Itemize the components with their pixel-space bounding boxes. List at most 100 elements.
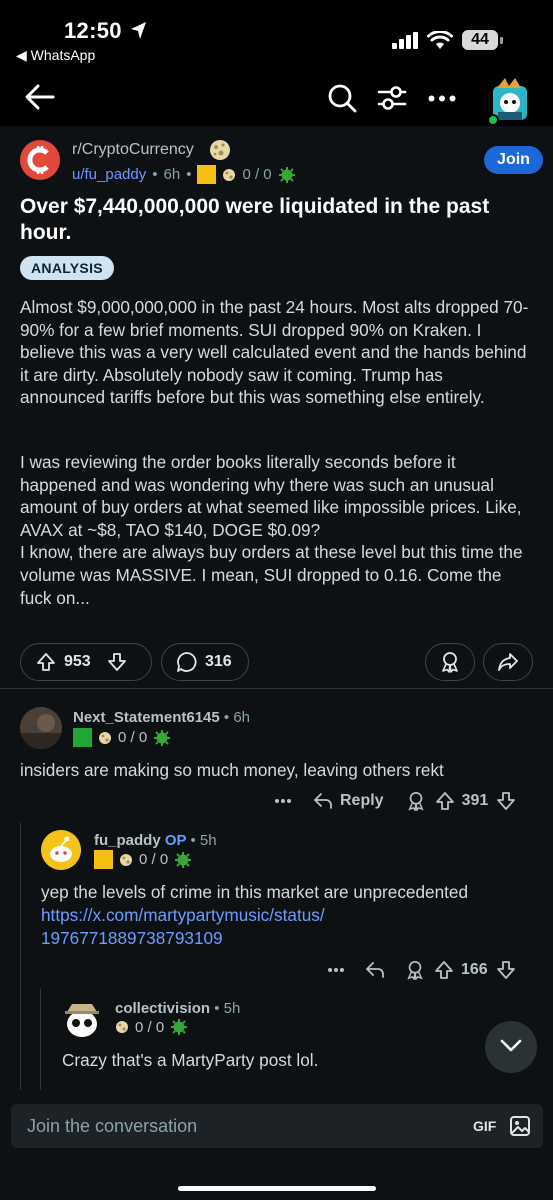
comment-1-text: insiders are making so much money, leavi… [20, 760, 444, 780]
virus-badge-icon [278, 166, 295, 183]
battery-indicator: 44 [462, 30, 498, 50]
status-bar: 12:50 ◀ WhatsApp 44 [0, 0, 553, 70]
post-body-paragraph-1: Almost $9,000,000,000 in the past 24 hou… [20, 297, 529, 408]
comment-2-link-line-2: 1976771889738793109 [41, 928, 223, 948]
award-icon[interactable] [406, 791, 426, 811]
comment-3-flair: 0 / 0 [115, 1018, 188, 1036]
downvote-icon[interactable] [496, 791, 516, 811]
comment-1-flair: 0 / 0 [73, 728, 171, 747]
back-app-label: WhatsApp [30, 47, 96, 63]
subreddit-label: r/CryptoCurrency [72, 141, 194, 158]
app-bar [0, 70, 553, 126]
upvote-icon[interactable] [435, 791, 455, 811]
comment-3-author-label: collectivision [115, 1000, 211, 1017]
wifi-icon [427, 31, 453, 49]
upvote-icon[interactable] [434, 960, 454, 980]
comment-1-author-label: Next_Statement6145 [73, 709, 220, 726]
comment-2-actions: 166 [327, 959, 516, 981]
thread-line [20, 823, 21, 1093]
collectivision-avatar[interactable] [61, 998, 103, 1040]
post-title: Over $7,440,000,000 were liquidated in t… [20, 195, 490, 244]
comment-2-author[interactable]: fu_paddy OP • 5h [94, 832, 217, 849]
comment-2-age: 5h [199, 832, 217, 849]
comment-1-actions: Reply 391 [274, 790, 516, 812]
commenter-avatar[interactable] [20, 707, 62, 749]
post-meta: u/fu_paddy • 6h • 0 / 0 [72, 165, 296, 184]
share-button[interactable] [483, 643, 533, 681]
location-arrow-icon [131, 22, 146, 39]
green-flair-badge [73, 728, 92, 747]
yellow-flair-badge [94, 850, 113, 869]
reply-button[interactable]: Reply [340, 792, 384, 810]
battery-cap [500, 37, 503, 44]
virus-badge-icon [175, 851, 192, 868]
comment-3-author[interactable]: collectivision • 5h [115, 1000, 240, 1017]
virus-badge-icon [171, 1019, 188, 1035]
user-avatar-icon[interactable] [485, 76, 533, 126]
search-icon[interactable] [327, 83, 357, 113]
comment-1-author[interactable]: Next_Statement6145 • 6h [73, 709, 250, 726]
comment-2-link[interactable]: https://x.com/martypartymusic/status/ 19… [41, 904, 536, 950]
comment-1-votes: 391 [461, 792, 489, 809]
award-button[interactable] [425, 643, 475, 681]
join-button[interactable]: Join [484, 146, 543, 174]
post-body-paragraph-2a: I was reviewing the order books literall… [20, 452, 522, 540]
crypto-logo-icon [21, 141, 59, 179]
back-arrow-icon[interactable] [25, 84, 55, 110]
virus-badge-icon [154, 729, 171, 746]
home-indicator [178, 1186, 376, 1191]
op-avatar[interactable] [41, 830, 81, 870]
sort-filter-icon[interactable] [377, 83, 407, 113]
comment-2-flair: 0 / 0 [94, 850, 192, 869]
more-options-icon[interactable] [327, 967, 345, 973]
comment-count: 316 [205, 653, 232, 670]
subreddit-icon[interactable] [20, 140, 60, 180]
reply-icon[interactable] [313, 792, 333, 810]
more-options-icon[interactable] [274, 798, 292, 804]
comments-button[interactable]: 316 [161, 643, 249, 681]
award-icon[interactable] [405, 960, 425, 980]
award-icon [442, 652, 458, 673]
comment-3-text: Crazy that's a MartyParty post lol. [62, 1050, 319, 1070]
karma-flair: 0 / 0 [242, 166, 272, 183]
meta-separator: • [186, 166, 192, 183]
photo-avatar-icon [20, 707, 62, 749]
composer-placeholder: Join the conversation [27, 1116, 198, 1136]
comment-2-link-line-1: https://x.com/martypartymusic/status/ [41, 905, 325, 925]
post-divider [0, 688, 553, 689]
upvote-icon[interactable] [36, 652, 56, 672]
image-icon[interactable] [509, 1115, 531, 1137]
back-to-app[interactable]: ◀ WhatsApp [16, 47, 95, 64]
upvote-count: 953 [64, 653, 91, 670]
post-flair[interactable]: ANALYSIS [20, 256, 114, 280]
moon-award-icon [210, 140, 230, 160]
gif-button[interactable]: GIF [473, 1118, 496, 1134]
comment-3-age: 5h [223, 1000, 241, 1017]
post-author[interactable]: u/fu_paddy [72, 166, 146, 183]
status-time: 12:50 [64, 18, 122, 43]
panda-avatar-icon [65, 1004, 99, 1037]
comment-composer[interactable]: Join the conversation GIF [11, 1104, 543, 1148]
subreddit-name[interactable]: r/CryptoCurrency [72, 141, 194, 159]
op-badge: OP [164, 832, 187, 849]
downvote-icon[interactable] [496, 960, 516, 980]
scroll-down-button[interactable] [485, 1021, 537, 1073]
meta-separator: • [152, 166, 158, 183]
share-icon [498, 653, 518, 671]
moon-small-icon [120, 853, 132, 866]
thread-line [40, 988, 41, 1093]
downvote-icon[interactable] [107, 652, 127, 672]
moon-small-icon [223, 168, 236, 181]
reply-icon[interactable] [365, 961, 385, 979]
more-options-icon[interactable] [428, 95, 456, 102]
comment-1-karma: 0 / 0 [118, 729, 148, 746]
snoo-avatar-icon [41, 830, 81, 870]
comment-3-karma: 0 / 0 [135, 1018, 165, 1036]
yellow-flair-badge [197, 165, 217, 184]
comment-2-karma: 0 / 0 [139, 851, 169, 868]
vote-pill: 953 [20, 643, 152, 681]
comment-bubble-icon [177, 652, 197, 672]
comment-2-body: yep the levels of crime in this market a… [41, 881, 536, 950]
post-age: 6h [163, 166, 181, 183]
comment-2-votes: 166 [461, 961, 488, 978]
